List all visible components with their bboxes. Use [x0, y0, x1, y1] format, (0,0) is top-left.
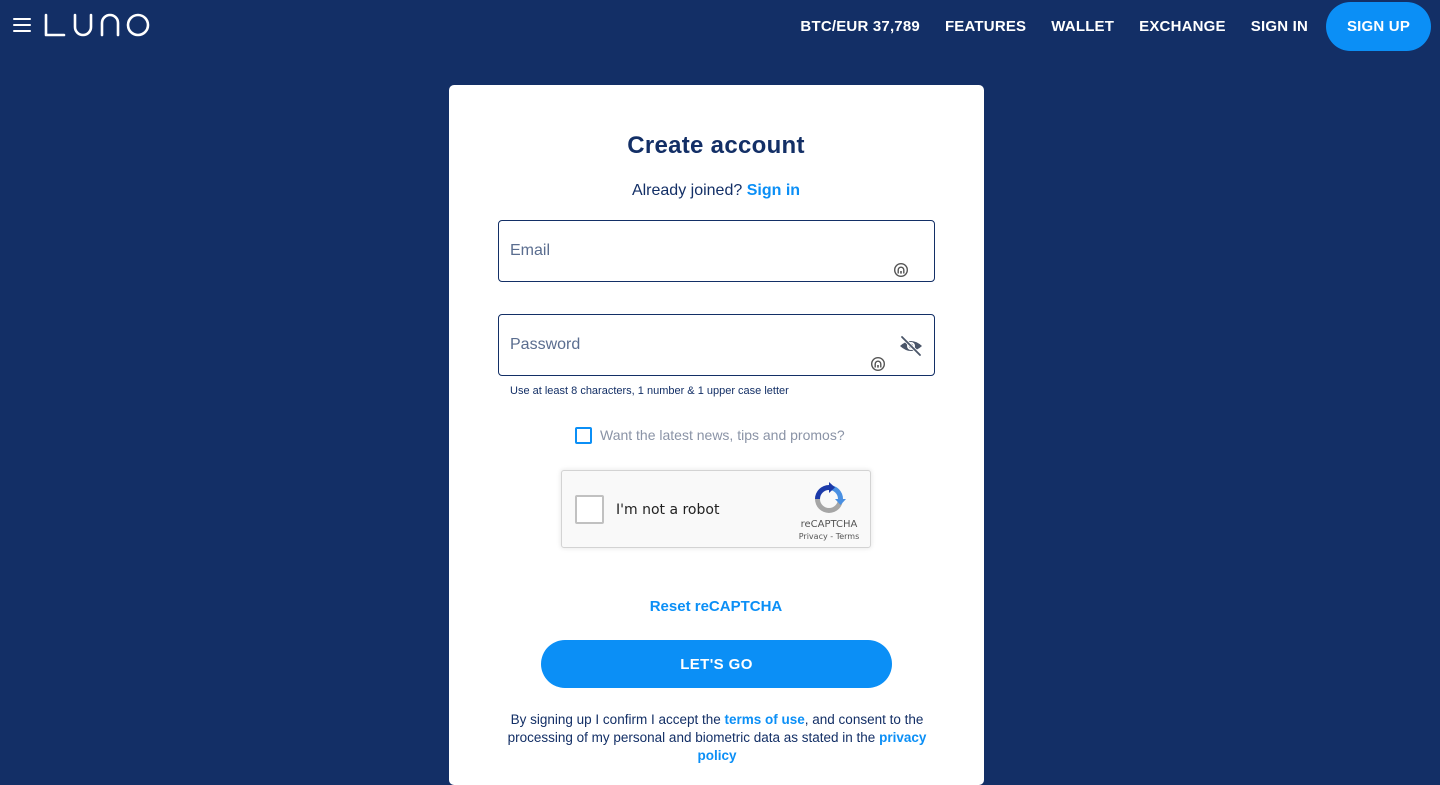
- recaptcha-widget: I'm not a robot reCAPTCHA Privacy - Term…: [561, 470, 871, 548]
- reset-recaptcha-link[interactable]: Reset reCAPTCHA: [0, 598, 1432, 615]
- page-title: Create account: [627, 132, 805, 159]
- recaptcha-link-separator: -: [827, 532, 836, 541]
- email-input[interactable]: [510, 221, 870, 281]
- promo-label: Want the latest news, tips and promos?: [600, 427, 845, 443]
- already-joined-label: Already joined?: [631, 182, 743, 199]
- nav-exchange[interactable]: EXCHANGE: [1139, 18, 1226, 35]
- password-hint: Use at least 8 characters, 1 number & 1 …: [510, 385, 789, 397]
- password-field-container: [498, 314, 935, 376]
- password-manager-icon[interactable]: [870, 356, 886, 372]
- password-manager-icon[interactable]: [893, 262, 909, 278]
- nav-features[interactable]: FEATURES: [945, 18, 1026, 35]
- nav-wallet[interactable]: WALLET: [1051, 18, 1114, 35]
- recaptcha-label: I'm not a robot: [616, 502, 720, 518]
- eye-slash-icon[interactable]: [898, 335, 924, 357]
- top-navigation: BTC/EUR 37,789 FEATURES WALLET EXCHANGE …: [0, 0, 1440, 52]
- hamburger-menu-icon[interactable]: [13, 18, 31, 32]
- nav-sign-in[interactable]: SIGN IN: [1251, 18, 1308, 35]
- btc-eur-ticker: BTC/EUR 37,789: [800, 17, 920, 35]
- sign-up-button[interactable]: SIGN UP: [1326, 1, 1431, 51]
- nav-links: BTC/EUR 37,789 FEATURES WALLET EXCHANGE …: [775, 0, 1440, 52]
- recaptcha-brand: reCAPTCHA: [800, 519, 858, 530]
- sign-in-link[interactable]: Sign in: [747, 182, 800, 199]
- luno-logo[interactable]: [44, 11, 152, 39]
- terms-of-use-link[interactable]: terms of use: [725, 712, 805, 727]
- recaptcha-terms-link[interactable]: Terms: [836, 532, 860, 541]
- legal-text-1: By signing up I confirm I accept the: [510, 712, 721, 727]
- legal-notice: By signing up I confirm I accept the ter…: [497, 711, 937, 765]
- recaptcha-privacy-link[interactable]: Privacy: [799, 532, 828, 541]
- already-joined-text: Already joined? Sign in: [0, 182, 1432, 200]
- promo-opt-in: Want the latest news, tips and promos?: [575, 426, 845, 444]
- promo-checkbox[interactable]: [575, 426, 592, 444]
- recaptcha-links: Privacy - Terms: [792, 532, 866, 541]
- lets-go-button[interactable]: LET'S GO: [541, 640, 892, 688]
- recaptcha-checkbox[interactable]: [575, 495, 604, 524]
- email-field-container: [498, 220, 935, 282]
- password-input[interactable]: [510, 315, 870, 375]
- recaptcha-logo-icon: [815, 482, 846, 513]
